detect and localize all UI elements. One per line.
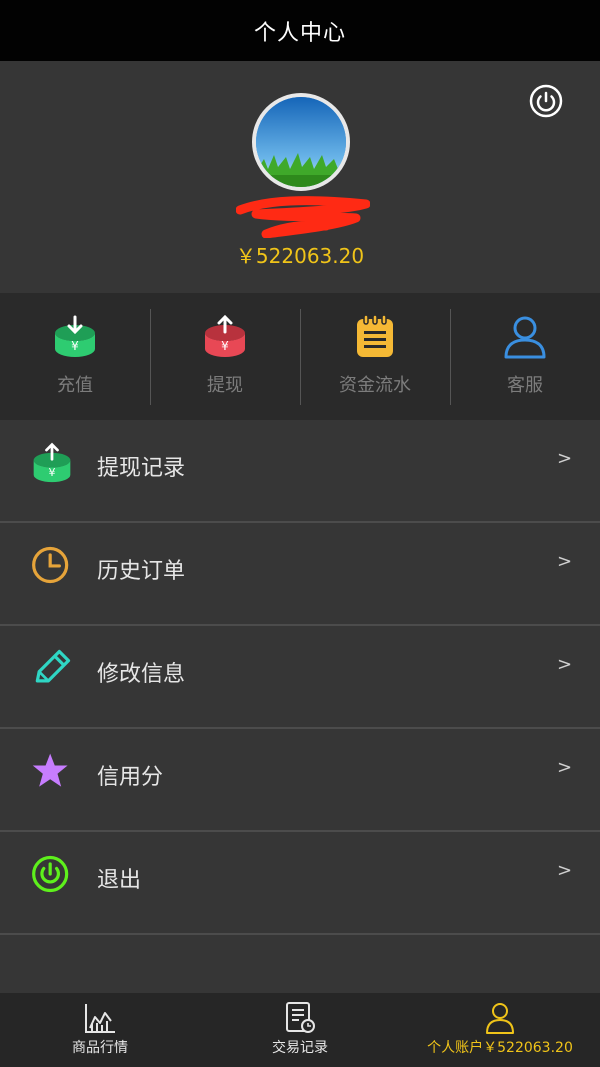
menu-item-label: 退出 [97, 868, 142, 893]
menu-item-label: 信用分 [97, 765, 164, 790]
redaction-scribble [236, 196, 370, 238]
tab-label: 交易记录 [272, 1040, 328, 1056]
recharge-icon: ¥ [55, 315, 95, 357]
tab-label: 个人账户￥522063.20 [427, 1040, 573, 1056]
tab-personal-account[interactable]: 个人账户￥522063.20 [400, 993, 600, 1067]
recharge-label: 充值 [57, 375, 93, 396]
menu-item-order-history[interactable]: 历史订单 > [0, 523, 600, 626]
user-icon [504, 316, 546, 359]
chevron-right-icon: > [557, 860, 573, 881]
page-title: 个人中心 [253, 20, 346, 46]
svg-text:¥: ¥ [221, 339, 229, 353]
withdraw-label: 提现 [207, 375, 243, 396]
ledger-label: 资金流水 [339, 375, 411, 396]
star-icon [32, 753, 68, 787]
withdraw-record-icon: ¥ [33, 442, 71, 483]
avatar[interactable] [252, 93, 350, 191]
ledger-button[interactable]: 资金流水 [300, 293, 450, 420]
menu-item-edit-info[interactable]: 修改信息 > [0, 626, 600, 729]
records-icon [286, 1002, 315, 1033]
bottom-tab-bar: 商品行情 交易记录 个人账户￥522063.20 [0, 993, 600, 1067]
chevron-right-icon: > [557, 654, 573, 675]
withdraw-icon: ¥ [205, 314, 245, 357]
menu-item-label: 历史订单 [97, 559, 186, 584]
menu-item-label: 修改信息 [97, 662, 186, 687]
menu-list: ¥ 提现记录 > 历史订单 > 修改信息 > 信用分 > 退出 > [0, 420, 600, 935]
logout-icon [32, 855, 69, 893]
ledger-icon [357, 314, 393, 357]
menu-item-label: 提现记录 [97, 456, 186, 481]
chevron-right-icon: > [557, 551, 573, 572]
power-icon[interactable] [529, 84, 563, 118]
pencil-icon [35, 649, 71, 683]
menu-item-logout[interactable]: 退出 > [0, 832, 600, 935]
account-balance: ￥522063.20 [235, 244, 365, 268]
tab-trade-records[interactable]: 交易记录 [200, 993, 400, 1067]
top-bar: 个人中心 [0, 0, 600, 61]
svg-text:¥: ¥ [49, 466, 56, 479]
chart-icon [85, 1004, 115, 1033]
svg-text:¥: ¥ [71, 339, 79, 353]
tab-market[interactable]: 商品行情 [0, 993, 200, 1067]
menu-item-credit-score[interactable]: 信用分 > [0, 729, 600, 832]
tab-label: 商品行情 [72, 1040, 128, 1056]
person-icon [486, 1003, 514, 1034]
customer-service-button[interactable]: 客服 [450, 293, 600, 420]
quick-actions: ¥ 充值 ¥ 提现 资金流水 客服 [0, 293, 600, 420]
menu-item-withdraw-record[interactable]: ¥ 提现记录 > [0, 420, 600, 523]
recharge-button[interactable]: ¥ 充值 [0, 293, 150, 420]
customer-service-label: 客服 [507, 375, 543, 396]
chevron-right-icon: > [557, 757, 573, 778]
withdraw-button[interactable]: ¥ 提现 [150, 293, 300, 420]
chevron-right-icon: > [557, 448, 573, 469]
clock-icon [32, 546, 69, 584]
